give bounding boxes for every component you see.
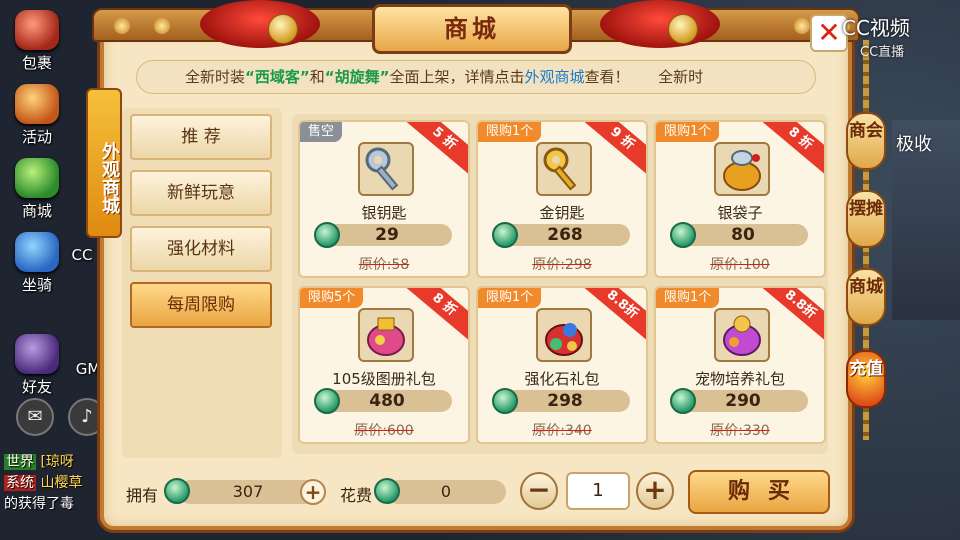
scene-right: 极收 [892,120,960,320]
mount-button[interactable]: 坐骑 [8,232,66,298]
limit-badge: 限购1个 [656,288,720,308]
appearance-mall-tab[interactable]: 外观商城 [86,88,122,238]
quantity-input[interactable]: 1 [566,472,630,510]
cost-value: 0 [386,480,506,504]
activity-button[interactable]: 活动 [8,84,66,150]
product-name: 银钥匙 [361,204,407,222]
product-price: 480 [322,390,452,412]
gold-key-icon [536,142,592,196]
limit-badge: 限购1个 [478,288,542,308]
gold-ball-right [668,14,698,44]
ribbon-left [200,0,320,48]
original-price: 原价:330 [710,423,770,439]
appearance-mall-link[interactable]: 外观商城 [524,68,584,86]
cost-label: 花费 [340,486,373,505]
chat-box[interactable]: 世界 [琼呀 系统 山樱草 的获得了毒 [4,452,104,515]
watermark: CC视频 CC直播 [842,16,910,60]
product-price: 80 [678,224,808,246]
purchase-bar: 拥有 307 + 花费 0 − 1 + 购买 [108,466,844,520]
jade-coin-icon [670,388,696,414]
jade-coin-icon [492,388,518,414]
tab-recharge[interactable]: 充值 [846,350,886,408]
chat-line: 的获得了毒 [4,496,74,512]
jade-coin-icon [164,478,190,504]
ribbon-right [600,0,720,48]
product-price: 29 [322,224,452,246]
buy-button[interactable]: 购买 [688,470,830,514]
decrease-quantity-button[interactable]: − [520,472,558,510]
tab-mall[interactable]: 商城 [846,268,886,326]
jade-coin-icon [314,388,340,414]
original-price: 原价:298 [532,257,592,273]
product-name: 105级图册礼包 [332,370,436,388]
product-card[interactable]: 限购1个 8.8折 强化石礼包 298 原价:340 [476,286,648,444]
category-weekly[interactable]: 每周限购 [130,282,272,328]
friends-button[interactable]: 好友 [8,334,66,400]
close-icon: ✕ [817,16,841,49]
bag-button[interactable]: 包裹 [8,10,66,76]
silver-bag-icon [714,142,770,196]
own-value: 307 [178,480,318,504]
add-currency-button[interactable]: + [300,479,326,505]
gold-ball-left [268,14,298,44]
limit-badge: 限购1个 [656,122,720,142]
product-name: 金钥匙 [539,204,585,222]
jade-coin-icon [670,222,696,248]
horn-icon [15,84,59,124]
category-list: 推 荐 新鲜玩意 强化材料 每周限购 [122,108,282,458]
stone-gift-icon [536,308,592,362]
product-name: 强化石礼包 [524,370,600,388]
product-price: 298 [500,390,630,412]
category-novelty[interactable]: 新鲜玩意 [130,170,272,216]
product-grid: 售空 5 折 银钥匙 29 原价:58 限购1个 9 折 金钥匙 268 原价:… [292,114,828,454]
jade-coin-icon [314,222,340,248]
pet-gift-icon [714,308,770,362]
original-price: 原价:58 [358,257,410,273]
mall-icon [15,158,59,198]
original-price: 原价:600 [354,423,414,439]
bag-icon [15,10,59,50]
limit-badge: 限购5个 [300,288,364,308]
mount-icon [15,232,59,272]
friends-icon [15,334,59,374]
product-card[interactable]: 限购1个 8.8折 宠物培养礼包 290 原价:330 [654,286,826,444]
silver-key-icon [358,142,414,196]
mall-button[interactable]: 商城 [8,158,66,224]
product-price: 290 [678,390,808,412]
product-card[interactable]: 限购1个 9 折 金钥匙 268 原价:298 [476,120,648,278]
product-card[interactable]: 限购1个 8 折 银袋子 80 原价:100 [654,120,826,278]
original-price: 原价:100 [710,257,770,273]
product-name: 宠物培养礼包 [694,370,785,388]
category-enhance[interactable]: 强化材料 [130,226,272,272]
original-price: 原价:340 [532,423,592,439]
chat-line: 系统 山樱草 [4,475,83,491]
jade-coin-icon [492,222,518,248]
notice-banner[interactable]: 全新时装“西域客”和“胡旋舞”全面上架，详情点击外观商城查看！ 全新时 [136,60,816,94]
chat-line: 世界 [琼呀 [4,454,74,470]
album-gift-icon [358,308,414,362]
product-price: 268 [500,224,630,246]
chat-bubble-icon[interactable]: ✉ [16,398,54,436]
product-name: 银袋子 [717,204,763,222]
increase-quantity-button[interactable]: + [636,472,674,510]
product-card[interactable]: 限购5个 8 折 105级图册礼包 480 原价:600 [298,286,470,444]
sold-out-badge: 售空 [300,122,343,142]
product-card[interactable]: 售空 5 折 银钥匙 29 原价:58 [298,120,470,278]
category-recommend[interactable]: 推 荐 [130,114,272,160]
limit-badge: 限购1个 [478,122,542,142]
tab-stall[interactable]: 摆摊 [846,190,886,248]
own-label: 拥有 [126,486,159,505]
jade-coin-icon [374,478,400,504]
tab-chamber-of-commerce[interactable]: 商会 [846,112,886,170]
left-menu: 包裹 活动 商城 坐骑 [8,10,70,306]
shop-title: 商城 [372,4,572,54]
